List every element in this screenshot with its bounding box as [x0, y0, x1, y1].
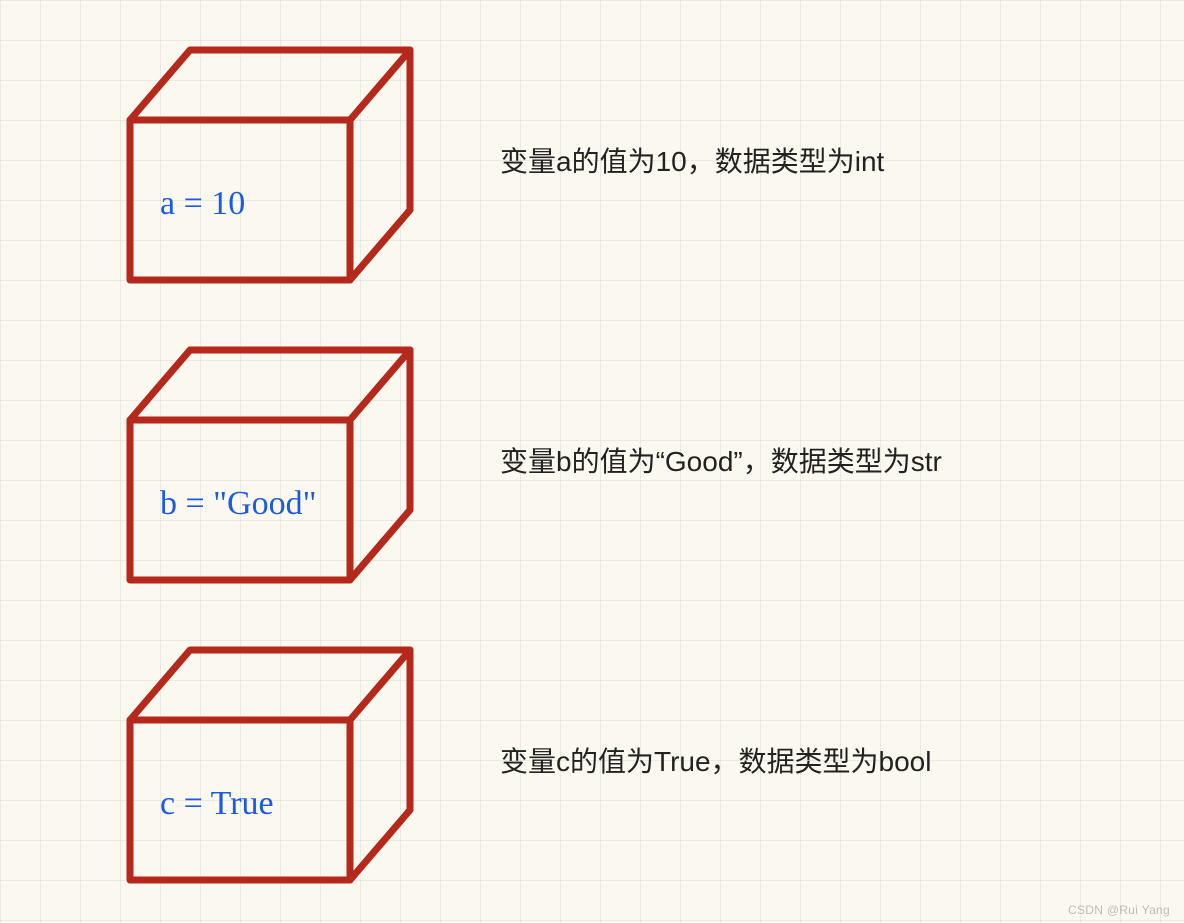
watermark-text: CSDN @Rui Yang — [1068, 903, 1170, 917]
variable-description: 变量b的值为“Good”，数据类型为str — [500, 440, 942, 480]
variable-description: 变量a的值为10，数据类型为int — [500, 140, 884, 180]
variable-row: b = "Good" 变量b的值为“Good”，数据类型为str — [0, 310, 1184, 610]
cube-icon — [100, 330, 420, 590]
variable-description: 变量c的值为True，数据类型为bool — [500, 740, 931, 780]
variable-handwriting: a = 10 — [160, 185, 245, 223]
variable-handwriting: b = "Good" — [160, 485, 317, 523]
variable-box-c: c = True — [100, 630, 420, 890]
variable-box-a: a = 10 — [100, 30, 420, 290]
variable-box-b: b = "Good" — [100, 330, 420, 590]
cube-icon — [100, 630, 420, 890]
cube-icon — [100, 30, 420, 290]
variable-row: a = 10 变量a的值为10，数据类型为int — [0, 10, 1184, 310]
variable-handwriting: c = True — [160, 785, 274, 823]
variable-row: c = True 变量c的值为True，数据类型为bool — [0, 610, 1184, 910]
